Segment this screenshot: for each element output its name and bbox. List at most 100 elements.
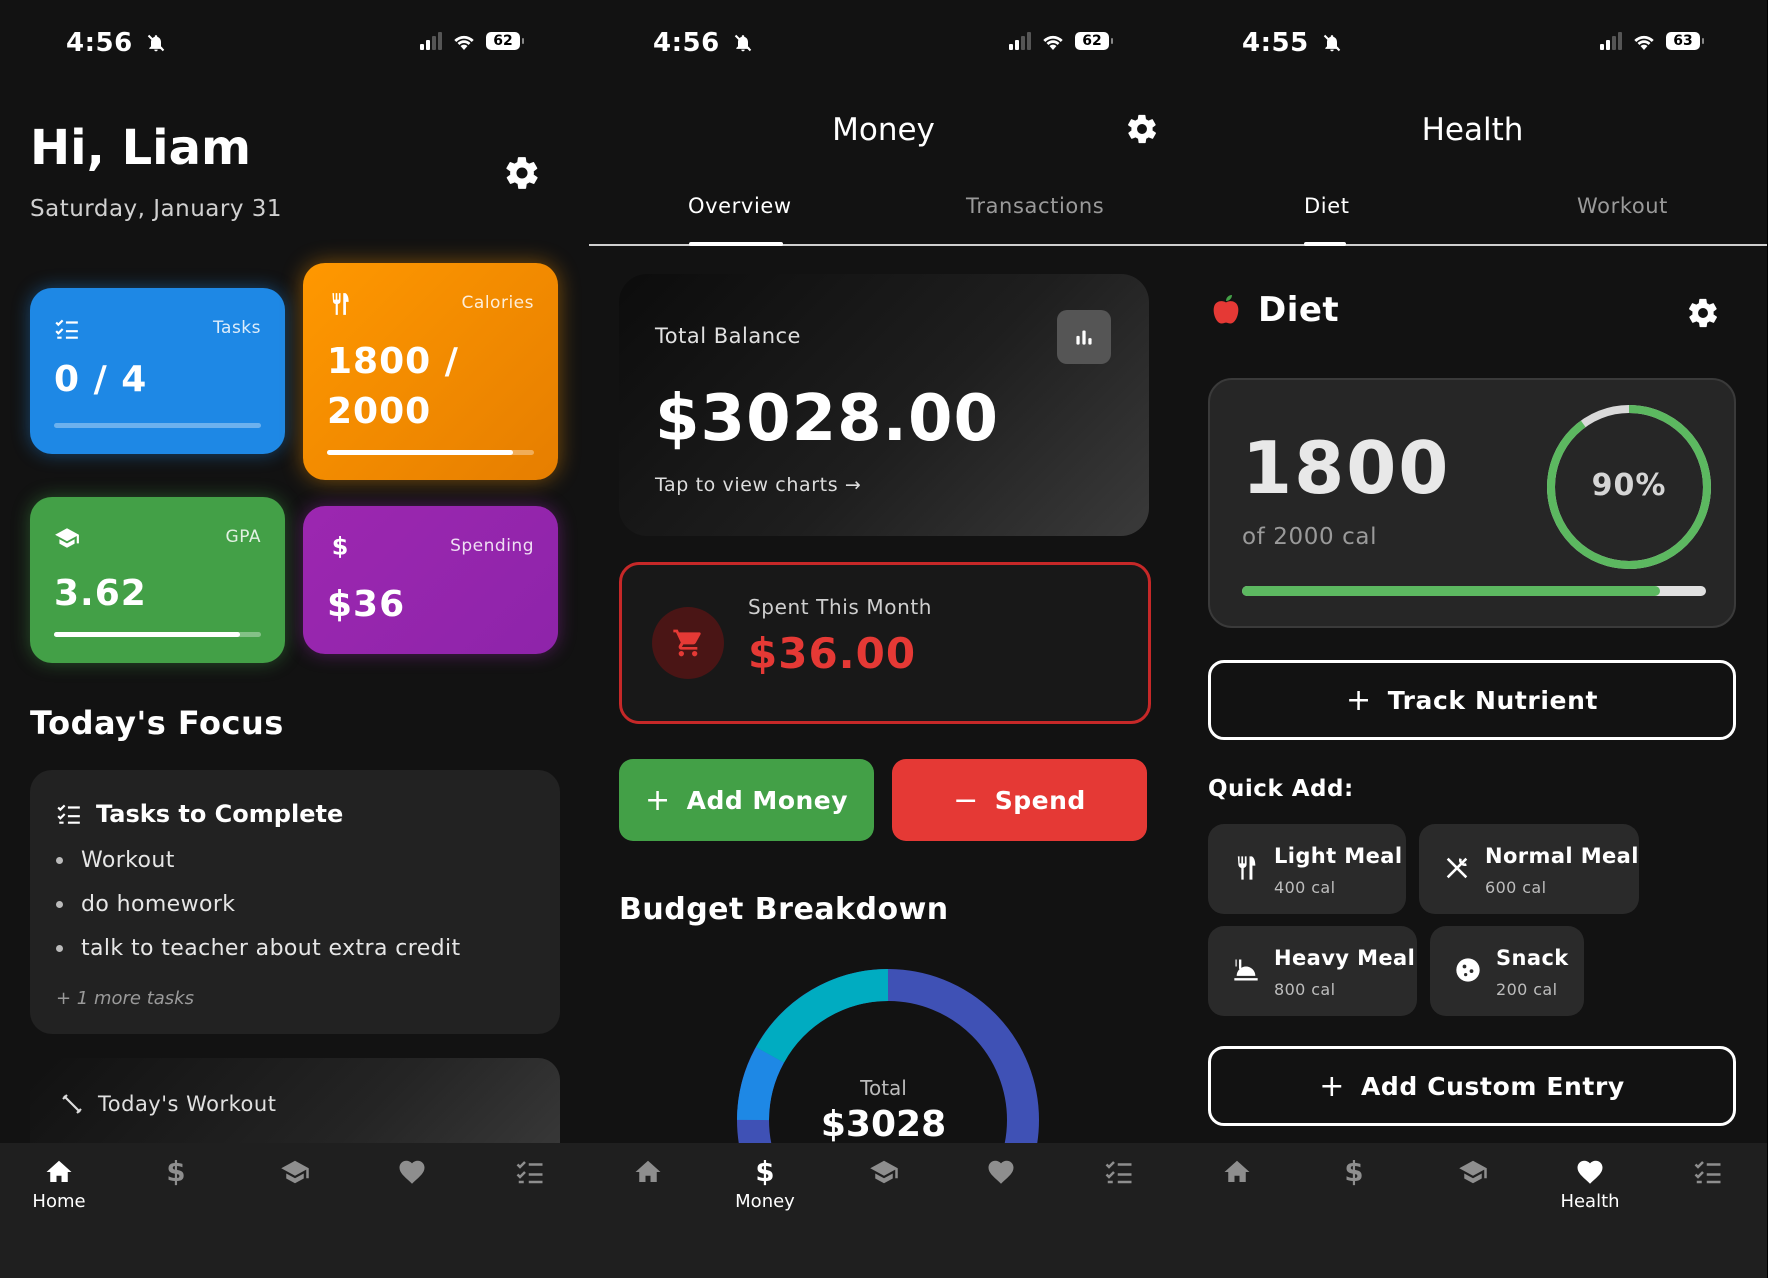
- graduation-cap-icon: [54, 525, 80, 551]
- balance-value: $3028.00: [655, 382, 1000, 456]
- nav-home[interactable]: Home: [4, 1157, 114, 1212]
- nav-health[interactable]: [357, 1157, 467, 1187]
- utensils-icon: [327, 291, 353, 317]
- page-title: Health: [1421, 112, 1524, 148]
- greeting: Hi, Liam: [30, 120, 252, 176]
- calorie-summary-card: 1800 of 2000 cal 90%: [1208, 378, 1736, 628]
- nav-tasks[interactable]: [1653, 1157, 1763, 1187]
- chart-button[interactable]: [1057, 310, 1111, 364]
- nav-tasks[interactable]: [475, 1157, 585, 1187]
- status-icons: 62: [1009, 32, 1113, 50]
- bottom-nav: Health: [1178, 1143, 1767, 1278]
- quick-add-heavy-meal[interactable]: Heavy Meal 800 cal: [1208, 926, 1417, 1016]
- track-nutrient-button[interactable]: + Track Nutrient: [1208, 660, 1736, 740]
- quick-add-snack[interactable]: Snack 200 cal: [1430, 926, 1584, 1016]
- home-icon: [1222, 1157, 1252, 1187]
- tasks-card-header: Tasks to Complete: [56, 800, 343, 828]
- settings-gear-icon[interactable]: [503, 154, 541, 192]
- nav-school[interactable]: [1418, 1157, 1528, 1187]
- wifi-icon: [1043, 35, 1063, 50]
- diet-header: Diet: [1208, 290, 1339, 330]
- add-custom-entry-button[interactable]: + Add Custom Entry: [1208, 1046, 1736, 1126]
- apple-icon: [1213, 295, 1239, 324]
- quick-add-title: Quick Add:: [1208, 776, 1354, 802]
- shopping-cart-icon: [673, 629, 701, 657]
- meal-calories: 400 cal: [1274, 878, 1336, 897]
- add-money-button[interactable]: + Add Money: [619, 759, 874, 841]
- tile-label: Tasks: [212, 318, 261, 338]
- tab-workout[interactable]: Workout: [1577, 194, 1668, 218]
- diet-settings-gear-icon[interactable]: [1686, 296, 1720, 330]
- more-tasks-label: + 1 more tasks: [56, 988, 194, 1009]
- tasks-tile[interactable]: Tasks 0 / 4: [30, 288, 285, 454]
- balance-label: Total Balance: [655, 324, 801, 348]
- nav-label: Money: [735, 1191, 795, 1212]
- nav-money[interactable]: [1299, 1157, 1409, 1187]
- nav-health[interactable]: [946, 1157, 1056, 1187]
- tasks-card[interactable]: Tasks to Complete Workout do homework ta…: [30, 770, 560, 1034]
- tile-value: $36: [327, 584, 406, 625]
- checklist-icon: [1693, 1157, 1723, 1187]
- spend-label: Spend: [994, 785, 1086, 815]
- checklist-icon: [56, 801, 82, 827]
- spending-tile[interactable]: Spending $36: [303, 506, 558, 654]
- spent-label: Spent This Month: [748, 595, 933, 619]
- tile-value-2: 2000: [327, 391, 432, 432]
- bottom-nav: Money: [589, 1143, 1178, 1278]
- signal-icon: [1009, 32, 1031, 50]
- settings-gear-icon[interactable]: [1125, 112, 1159, 146]
- tab-transactions[interactable]: Transactions: [966, 194, 1104, 218]
- quick-add-light-meal[interactable]: Light Meal 400 cal: [1208, 824, 1406, 914]
- tab-overview[interactable]: Overview: [688, 194, 792, 218]
- nav-tasks[interactable]: [1064, 1157, 1174, 1187]
- dish-icon: [1234, 959, 1258, 981]
- page-title: Money: [832, 112, 935, 148]
- tab-indicator: [1304, 242, 1346, 246]
- nav-school[interactable]: [829, 1157, 939, 1187]
- nav-home[interactable]: [593, 1157, 703, 1187]
- calories-tile[interactable]: Calories 1800 / 2000: [303, 263, 558, 480]
- checklist-icon: [515, 1157, 545, 1187]
- bottom-nav: Home: [0, 1143, 589, 1278]
- gpa-tile[interactable]: GPA 3.62: [30, 497, 285, 663]
- tile-value: 3.62: [54, 573, 147, 614]
- meal-name: Snack: [1496, 946, 1569, 970]
- nav-home[interactable]: [1182, 1157, 1292, 1187]
- section-title: Today's Focus: [30, 704, 284, 742]
- nav-health[interactable]: Health: [1535, 1157, 1645, 1212]
- home-icon: [44, 1157, 74, 1187]
- cart-badge: [652, 607, 724, 679]
- calories-progress-bar: [327, 450, 534, 455]
- tile-label: Spending: [450, 536, 534, 556]
- bar-chart-icon: [1076, 330, 1092, 345]
- graduation-cap-icon: [280, 1157, 310, 1187]
- meal-name: Normal Meal: [1485, 844, 1639, 868]
- nav-money[interactable]: Money: [710, 1157, 820, 1212]
- donut-center-label: Total: [860, 1076, 907, 1100]
- nav-school[interactable]: [240, 1157, 350, 1187]
- gpa-progress-bar: [54, 632, 261, 637]
- balance-card[interactable]: Total Balance $3028.00 Tap to view chart…: [619, 274, 1149, 536]
- tile-value: 0 / 4: [54, 359, 148, 400]
- utensils-icon: [1232, 854, 1260, 882]
- tile-label: GPA: [225, 527, 261, 547]
- tab-diet[interactable]: Diet: [1304, 194, 1350, 218]
- nav-money[interactable]: [121, 1157, 231, 1187]
- cookie-icon: [1456, 958, 1480, 982]
- spend-button[interactable]: − Spend: [892, 759, 1147, 841]
- signal-icon: [1600, 32, 1622, 50]
- calorie-value: 1800: [1242, 426, 1451, 510]
- donut-center-value: $3028: [820, 1104, 947, 1145]
- home-icon: [633, 1157, 663, 1187]
- track-nutrient-label: Track Nutrient: [1387, 685, 1599, 715]
- wifi-icon: [454, 35, 474, 50]
- signal-icon: [420, 32, 442, 50]
- spent-card: Spent This Month $36.00: [619, 562, 1151, 724]
- meal-name: Light Meal: [1274, 844, 1403, 868]
- add-money-label: Add Money: [686, 785, 849, 815]
- add-custom-entry-label: Add Custom Entry: [1360, 1071, 1625, 1101]
- graduation-cap-icon: [1458, 1157, 1488, 1187]
- quick-add-normal-meal[interactable]: Normal Meal 600 cal: [1419, 824, 1639, 914]
- tab-indicator: [689, 242, 783, 246]
- view-charts-link[interactable]: Tap to view charts →: [655, 474, 861, 496]
